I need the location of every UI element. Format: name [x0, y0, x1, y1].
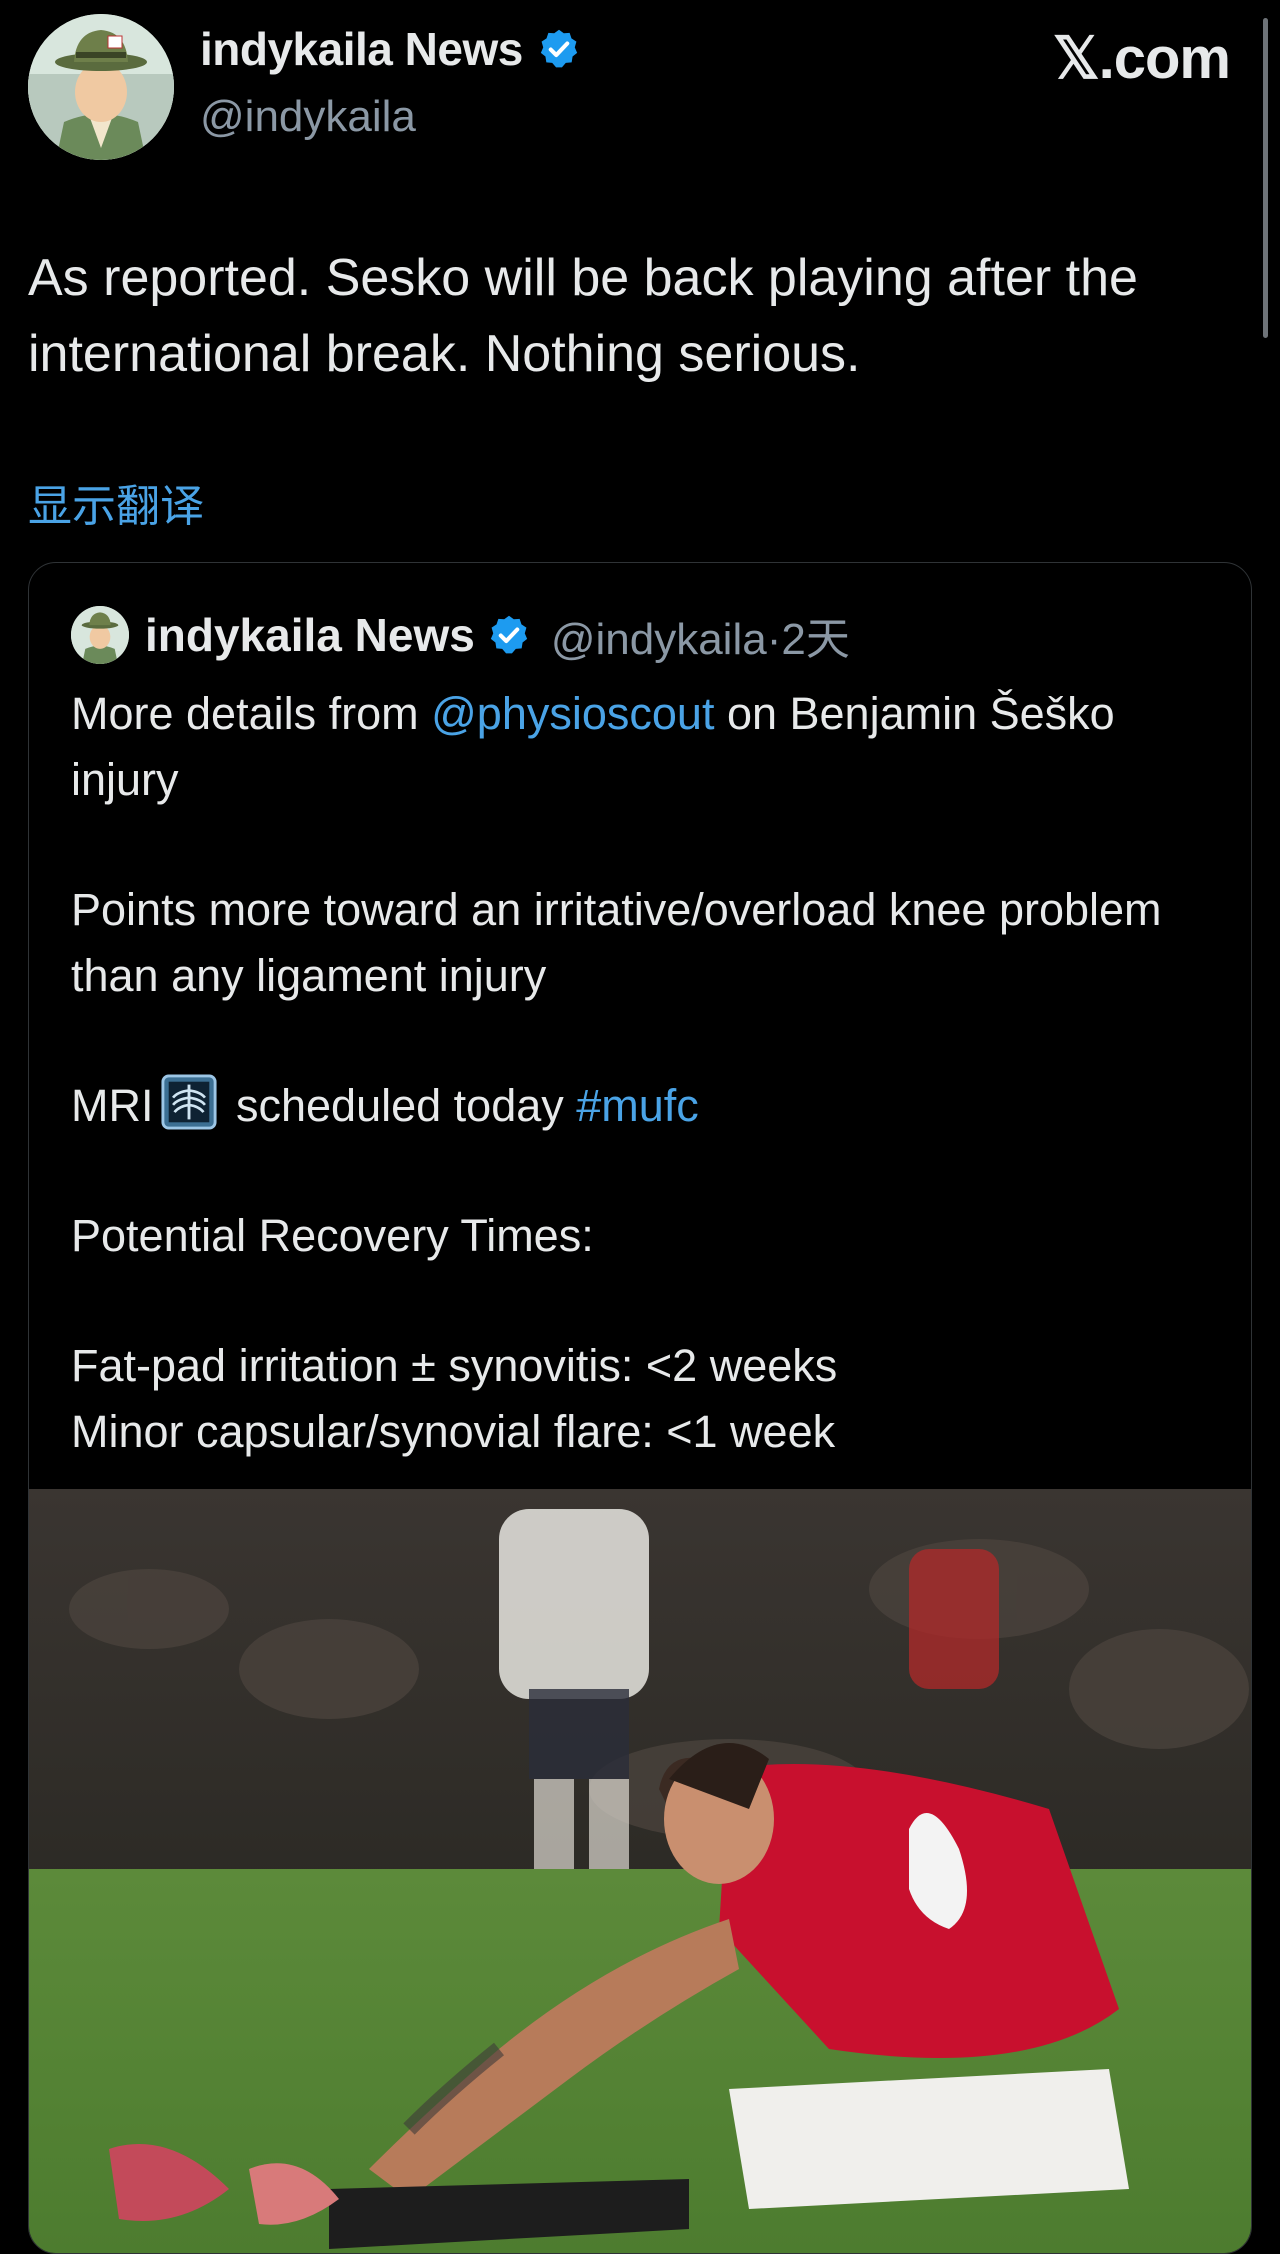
quoted-post-photo[interactable] — [29, 1489, 1251, 2253]
post-header: indykaila News @indykaila 𝕏.com — [0, 0, 1280, 338]
quoted-author-avatar — [71, 606, 129, 664]
quoted-line-5: Fat-pad irritation ± synovitis: <2 weeks — [71, 1340, 838, 1391]
post-text: As reported. Sesko will be back playing … — [28, 249, 1138, 383]
quoted-line-2: Points more toward an irritative/overloa… — [71, 884, 1162, 1001]
quoted-post-age: 2天 — [781, 615, 850, 664]
quoted-post-text: More details from @physioscout on Benjam… — [71, 681, 1221, 1465]
quoted-line-4: Potential Recovery Times: — [71, 1210, 594, 1261]
author-name-row: indykaila News — [200, 22, 581, 76]
mention-link[interactable]: @physioscout — [431, 688, 714, 739]
verified-badge-icon — [540, 29, 577, 68]
quoted-author-display-name: indykaila News — [145, 609, 475, 661]
quoted-post-header: indykaila News @indykaila·2天 — [71, 603, 850, 667]
quoted-line-1: More details from @physioscout on Benjam… — [71, 688, 1115, 805]
verified-badge-icon — [490, 615, 527, 654]
scrollbar[interactable] — [1263, 18, 1268, 338]
show-translation-link[interactable]: 显示翻译 — [28, 470, 204, 534]
quoted-line-6: Minor capsular/synovial flare: <1 week — [71, 1406, 836, 1457]
quoted-post-card[interactable]: indykaila News @indykaila·2天 More detail… — [28, 562, 1252, 2254]
quoted-line-3: MRI scheduled today #mufc — [71, 1073, 1221, 1139]
hashtag-link[interactable]: #mufc — [576, 1080, 699, 1131]
author-handle[interactable]: @indykaila — [200, 92, 416, 142]
x-ray-emoji-icon — [160, 1074, 217, 1130]
x-logo: 𝕏.com — [1052, 26, 1231, 91]
author-avatar[interactable] — [28, 14, 174, 160]
author-display-name[interactable]: indykaila News — [200, 22, 523, 76]
quoted-author-handle: @indykaila·2天 — [550, 615, 850, 664]
